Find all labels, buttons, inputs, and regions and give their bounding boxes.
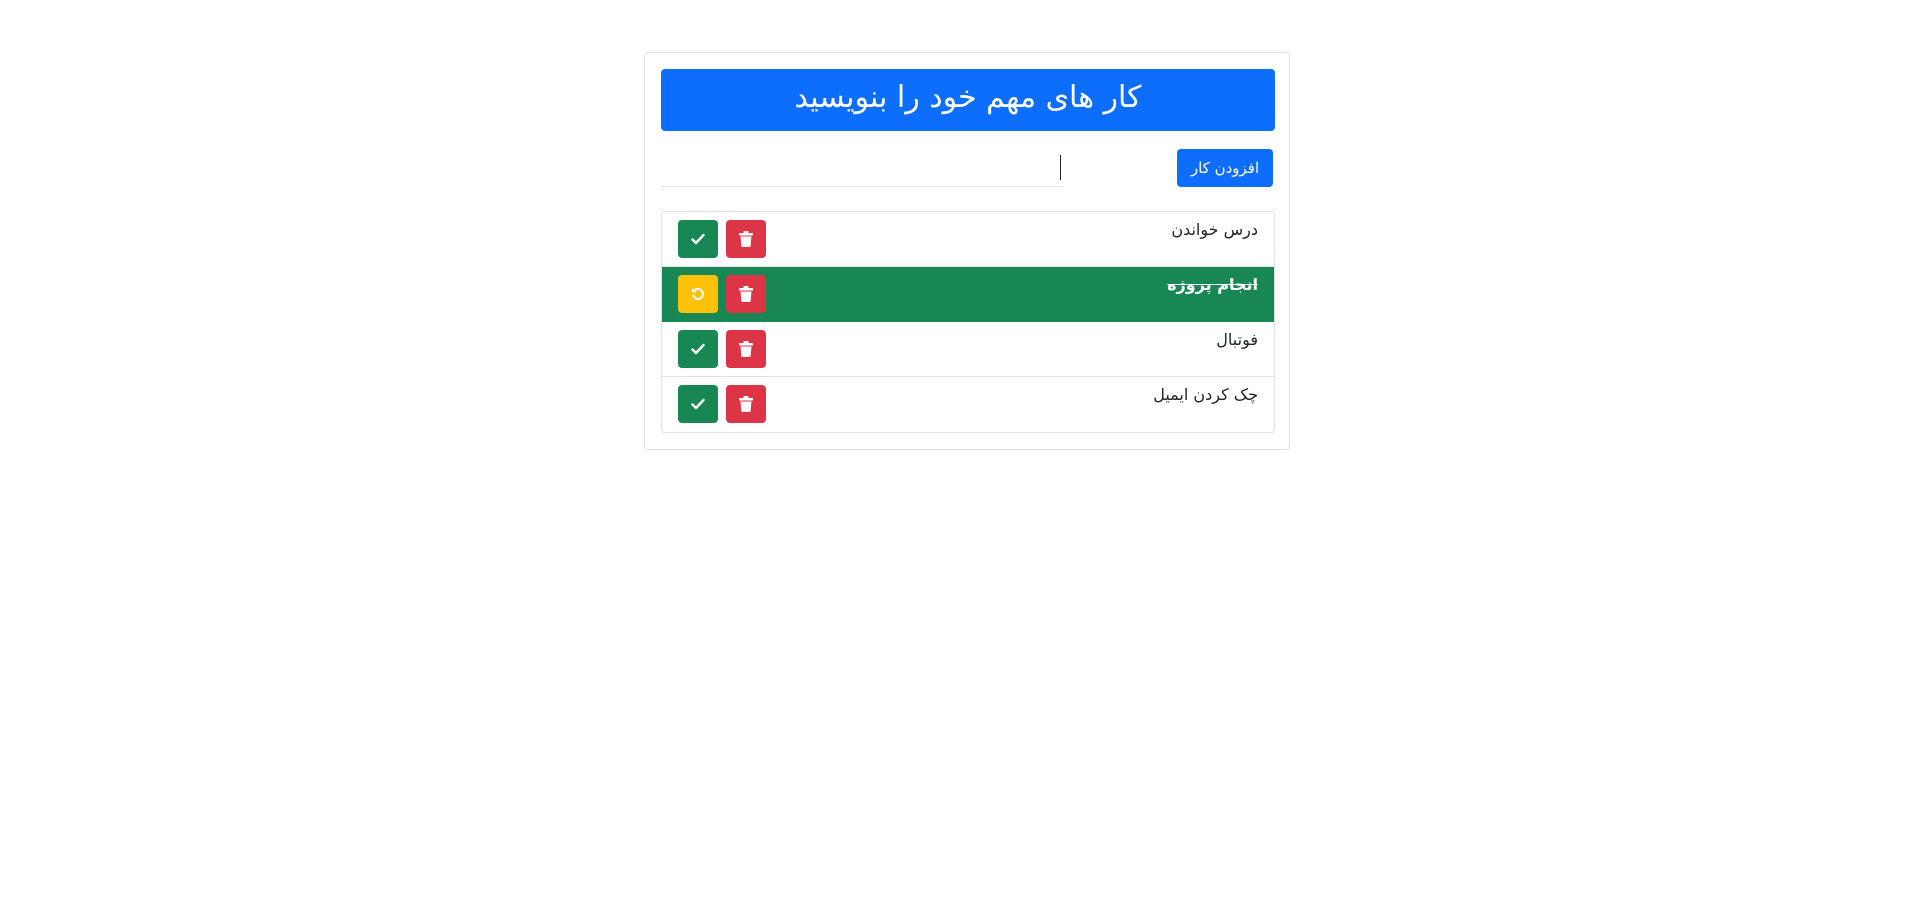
trash-icon: [739, 231, 753, 247]
undo-icon: [692, 287, 704, 300]
task-input[interactable]: [661, 147, 1063, 187]
complete-task-button[interactable]: [678, 385, 718, 423]
text-caret: [1060, 155, 1061, 180]
trash-icon: [739, 396, 753, 412]
check-icon: [691, 233, 705, 245]
delete-task-button[interactable]: [726, 330, 766, 368]
undo-task-button[interactable]: [678, 275, 718, 313]
task-label: درس خواندن: [1171, 220, 1258, 239]
page-title: کار های مهم خود را بنویسید: [661, 69, 1275, 131]
task-label: فوتبال: [1216, 330, 1258, 349]
task-label: چک کردن ایمیل: [1153, 385, 1258, 404]
trash-icon: [739, 341, 753, 357]
task-row: چک کردن ایمیل: [662, 377, 1274, 432]
check-icon: [691, 343, 705, 355]
delete-task-button[interactable]: [726, 220, 766, 258]
task-row: فوتبال: [662, 322, 1274, 377]
check-icon: [691, 398, 705, 410]
todo-card: کار های مهم خود را بنویسید افزودن کار در…: [644, 52, 1290, 450]
delete-task-button[interactable]: [726, 385, 766, 423]
task-list: درس خواندن انجام پروژه فوتبال چک کردن ای…: [661, 211, 1275, 433]
add-task-button[interactable]: افزودن کار: [1177, 149, 1273, 187]
task-row-completed: انجام پروژه: [662, 267, 1274, 322]
trash-icon: [739, 286, 753, 302]
complete-task-button[interactable]: [678, 220, 718, 258]
delete-task-button[interactable]: [726, 275, 766, 313]
task-label: انجام پروژه: [1167, 275, 1258, 294]
complete-task-button[interactable]: [678, 330, 718, 368]
task-row: درس خواندن: [662, 212, 1274, 267]
